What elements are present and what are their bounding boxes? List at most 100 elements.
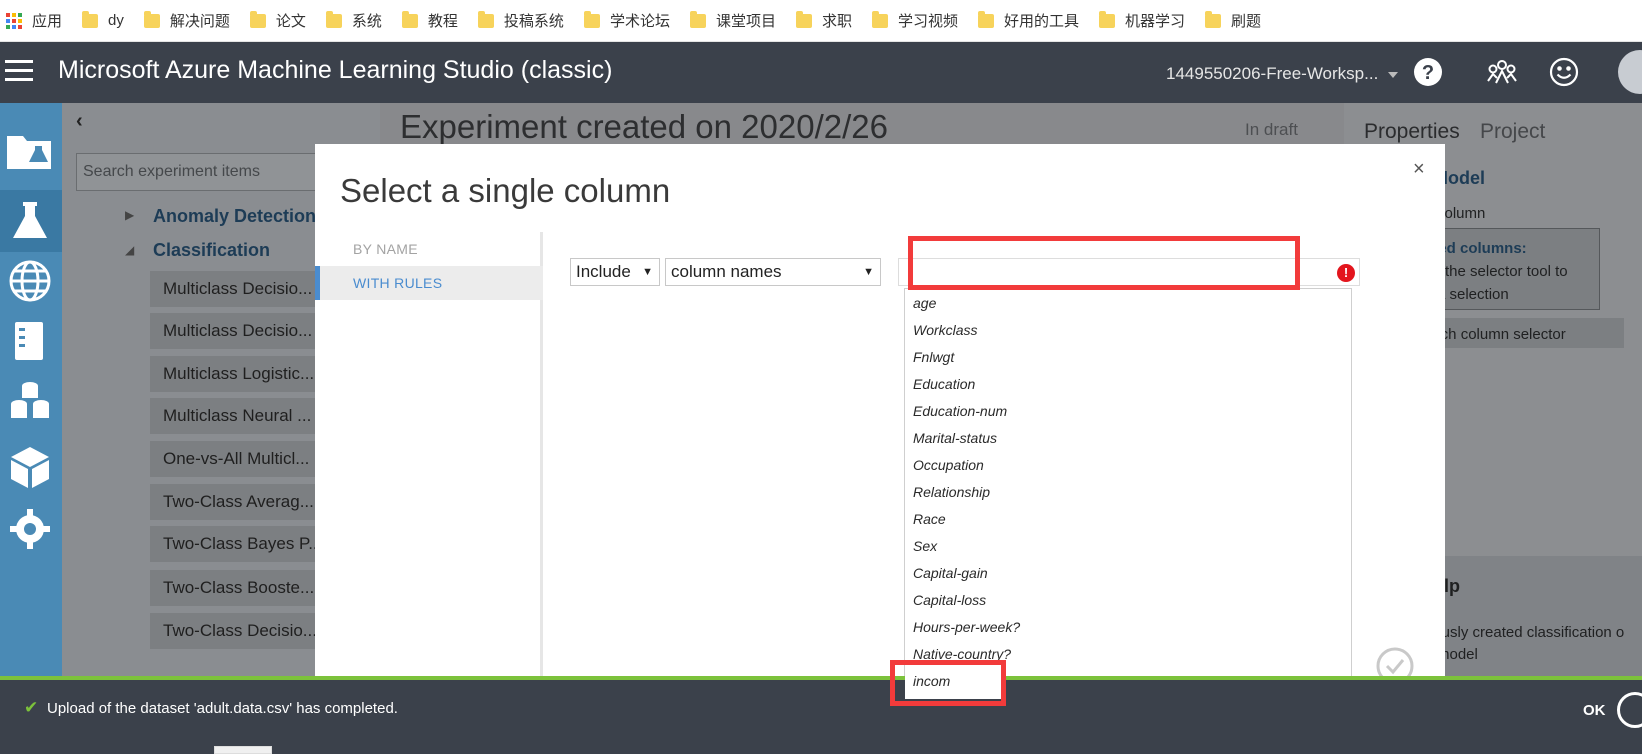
help-icon[interactable]: ? (1412, 56, 1444, 88)
rule-type-select-value: column names (671, 262, 782, 281)
bookmark-folder[interactable]: 好用的工具 (978, 10, 1079, 31)
folder-icon (325, 10, 342, 28)
bookmark-label: 学习视频 (897, 13, 958, 30)
folder-icon (477, 10, 494, 28)
bookmark-folder[interactable]: 机器学习 (1099, 10, 1185, 31)
bookmark-folder[interactable]: 课堂项目 (689, 10, 776, 31)
bookmark-label: 解决问题 (169, 13, 230, 30)
web-services-globe-icon[interactable] (5, 258, 55, 304)
bookmark-label: 刷题 (1231, 13, 1262, 30)
bookmark-label: 投稿系统 (503, 13, 564, 30)
folder-icon (1205, 10, 1222, 28)
chevron-down-icon[interactable] (1388, 72, 1398, 78)
bookmarks-bar: 应用 dy 解决问题 论文 系统 教程 投稿系统 学术论坛 课堂项目 求职 学习… (0, 0, 1642, 42)
selector-hint: ch the selector tool to (1425, 263, 1568, 280)
column-option[interactable]: Education (913, 376, 975, 392)
folder-icon (249, 10, 266, 28)
dropdown-arrow-icon: ▼ (642, 266, 653, 278)
category-anomaly-detection[interactable]: Anomaly Detection (153, 206, 316, 227)
column-option[interactable]: Sex (913, 538, 937, 554)
apps-grid-icon (6, 12, 22, 29)
bookmark-label: 论文 (275, 13, 306, 30)
experiment-title[interactable]: Experiment created on 2020/2/26 (400, 108, 888, 146)
workspace-selector[interactable]: 1449550206-Free-Worksp... (1166, 64, 1378, 84)
column-option[interactable]: Capital-loss (913, 592, 986, 608)
bookmark-label: 机器学习 (1125, 13, 1186, 30)
experiment-status: In draft (1245, 120, 1298, 139)
tab-project[interactable]: Project (1480, 120, 1545, 144)
close-icon[interactable]: × (1413, 158, 1425, 181)
folder-icon (583, 10, 600, 28)
column-option[interactable]: Education-num (913, 403, 1007, 419)
column-option[interactable]: Capital-gain (913, 565, 988, 581)
bookmark-folder[interactable]: 学术论坛 (583, 10, 670, 31)
bookmark-folder[interactable]: 解决问题 (143, 10, 230, 31)
highlight-annotation (908, 236, 1300, 290)
selection-mode-tabs: BY NAME WITH RULES (315, 232, 543, 676)
dropdown-arrow-icon: ▼ (863, 266, 874, 278)
bookmark-label: 求职 (821, 13, 852, 30)
projects-folder-icon[interactable] (5, 128, 55, 174)
folder-icon (143, 10, 160, 28)
bookmark-folder[interactable]: 系统 (325, 10, 382, 31)
column-option[interactable]: Hours-per-week? (913, 619, 1020, 635)
collapse-palette-icon[interactable]: ‹ (76, 110, 83, 133)
column-option[interactable]: Workclass (913, 322, 978, 338)
error-icon: ! (1337, 264, 1355, 282)
ok-button[interactable]: OK (1583, 702, 1606, 719)
column-option[interactable]: Fnlwgt (913, 349, 954, 365)
bookmark-label: 课堂项目 (715, 13, 776, 30)
bookmark-folder[interactable]: 刷题 (1205, 10, 1261, 31)
circle-check-icon[interactable] (1617, 692, 1642, 728)
column-option[interactable]: Marital-status (913, 430, 997, 446)
success-check-icon: ✔ (24, 698, 39, 717)
rule-type-select[interactable]: column names ▼ (665, 258, 881, 286)
hamburger-menu-icon[interactable] (5, 60, 33, 84)
svg-text:?: ? (1422, 62, 1434, 84)
status-message: Upload of the dataset 'adult.data.csv' h… (47, 700, 398, 717)
bookmark-folder[interactable]: 投稿系统 (477, 10, 564, 31)
column-option-incom[interactable]: incom (913, 673, 950, 689)
app-title: Microsoft Azure Machine Learning Studio … (58, 56, 613, 84)
bookmark-folder[interactable]: 求职 (795, 10, 852, 31)
experiments-flask-icon[interactable] (5, 198, 55, 244)
bookmark-label: dy (108, 12, 124, 29)
column-option[interactable]: Occupation (913, 457, 984, 473)
bookmark-label: 教程 (427, 13, 458, 30)
bookmark-label: 好用的工具 (1004, 13, 1080, 30)
settings-gear-icon[interactable] (5, 506, 55, 552)
datasets-icon[interactable] (5, 378, 55, 424)
expand-caret-icon[interactable]: ▶ (125, 208, 134, 222)
bookmark-folder[interactable]: 学习视频 (871, 10, 958, 31)
bookmark-folder[interactable]: 教程 (401, 10, 458, 31)
notebooks-icon[interactable] (5, 318, 55, 364)
bookmark-label: 系统 (351, 13, 382, 30)
category-classification[interactable]: Classification (153, 240, 270, 261)
help-text: iously created classification o (1430, 624, 1625, 641)
column-option[interactable]: Race (913, 511, 946, 527)
folder-icon (795, 10, 812, 28)
column-option[interactable]: Relationship (913, 484, 990, 500)
status-bar: ✔ Upload of the dataset 'adult.data.csv'… (0, 680, 1642, 754)
avatar[interactable] (1618, 50, 1642, 94)
folder-icon (82, 10, 99, 28)
bookmark-folder[interactable]: dy (82, 10, 124, 29)
feedback-smiley-icon[interactable] (1548, 56, 1580, 88)
tab-properties[interactable]: Properties (1364, 120, 1460, 144)
selector-hint: a selection (1437, 286, 1509, 303)
collapse-caret-icon[interactable]: ◢ (125, 243, 134, 257)
bookmark-apps[interactable]: 应用 (6, 10, 62, 31)
trained-models-cube-icon[interactable] (5, 444, 55, 490)
confirm-check-icon[interactable] (1375, 646, 1415, 676)
include-select-value: Include (576, 262, 631, 281)
folder-icon (401, 10, 418, 28)
folder-icon (871, 10, 888, 28)
community-icon[interactable] (1486, 56, 1518, 88)
bookmark-folder[interactable]: 论文 (249, 10, 306, 31)
tab-by-name[interactable]: BY NAME (315, 232, 543, 266)
app-header: Microsoft Azure Machine Learning Studio … (0, 42, 1642, 103)
bookmark-label: 学术论坛 (609, 13, 670, 30)
tab-with-rules[interactable]: WITH RULES (315, 266, 543, 300)
column-option[interactable]: age (913, 295, 936, 311)
include-select[interactable]: Include ▼ (570, 258, 660, 286)
